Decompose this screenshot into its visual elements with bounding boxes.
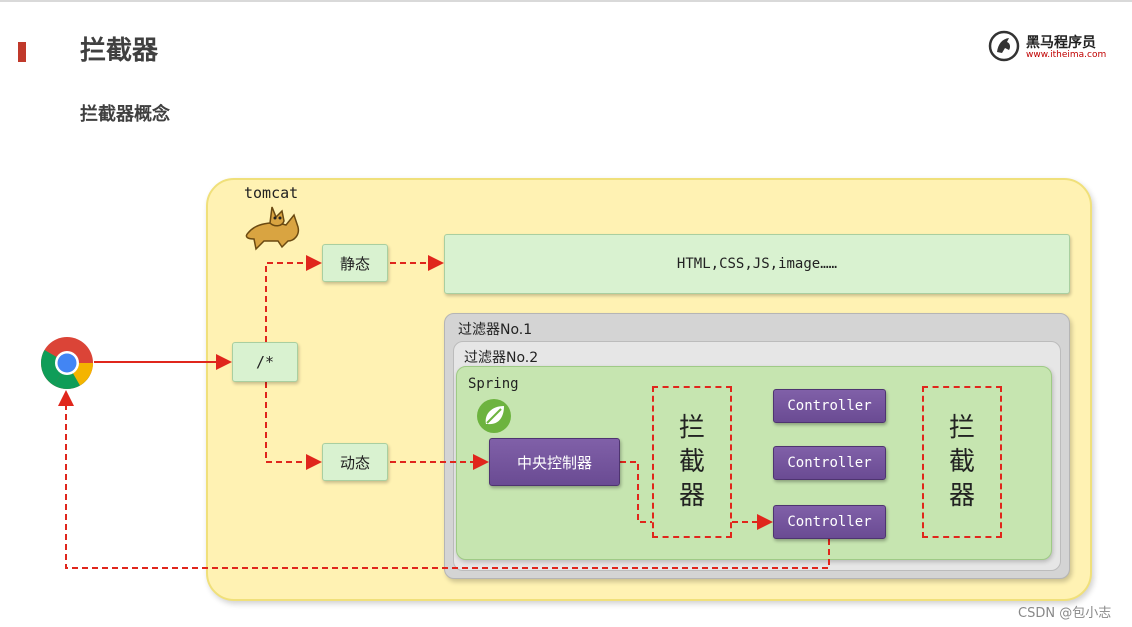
slide-title: 拦截器 xyxy=(80,36,159,66)
interceptor-char: 器 xyxy=(678,481,705,511)
static-node: 静态 xyxy=(322,244,388,282)
controller-2: Controller xyxy=(773,446,886,480)
controller-3: Controller xyxy=(773,505,886,539)
logo-name: 黑马程序员 xyxy=(1026,35,1096,51)
spring-leaf-icon xyxy=(477,399,511,433)
spring-label: Spring xyxy=(468,376,519,392)
interceptor-char: 拦 xyxy=(948,413,975,443)
entry-pattern-node: /* xyxy=(232,342,298,382)
controller-1: Controller xyxy=(773,389,886,423)
dynamic-node: 动态 xyxy=(322,443,388,481)
tomcat-label: tomcat xyxy=(244,184,299,202)
static-resources-box: HTML,CSS,JS,image…… xyxy=(444,234,1070,294)
logo-url: www.itheima.com xyxy=(1026,50,1107,60)
filter-no1-label: 过滤器No.1 xyxy=(458,322,533,338)
interceptor-char: 器 xyxy=(948,481,975,511)
title-accent-bar xyxy=(18,42,26,62)
watermark-credit: CSDN @包小志 xyxy=(1018,606,1112,621)
interceptor-char: 截 xyxy=(948,447,975,477)
interceptor-char: 截 xyxy=(678,447,705,477)
interceptor-after: 拦 截 器 xyxy=(922,386,1002,538)
top-border-line xyxy=(0,0,1132,2)
filter-no2-label: 过滤器No.2 xyxy=(464,350,539,366)
central-dispatcher: 中央控制器 xyxy=(489,438,620,486)
section-subtitle: 拦截器概念 xyxy=(80,104,170,125)
tomcat-cat-icon xyxy=(245,206,300,251)
brand-logo: 黑马程序员 www.itheima.com xyxy=(988,28,1106,64)
chrome-browser-icon xyxy=(41,337,93,389)
horse-logo-icon xyxy=(988,30,1020,62)
interceptor-before: 拦 截 器 xyxy=(652,386,732,538)
interceptor-char: 拦 xyxy=(678,413,705,443)
